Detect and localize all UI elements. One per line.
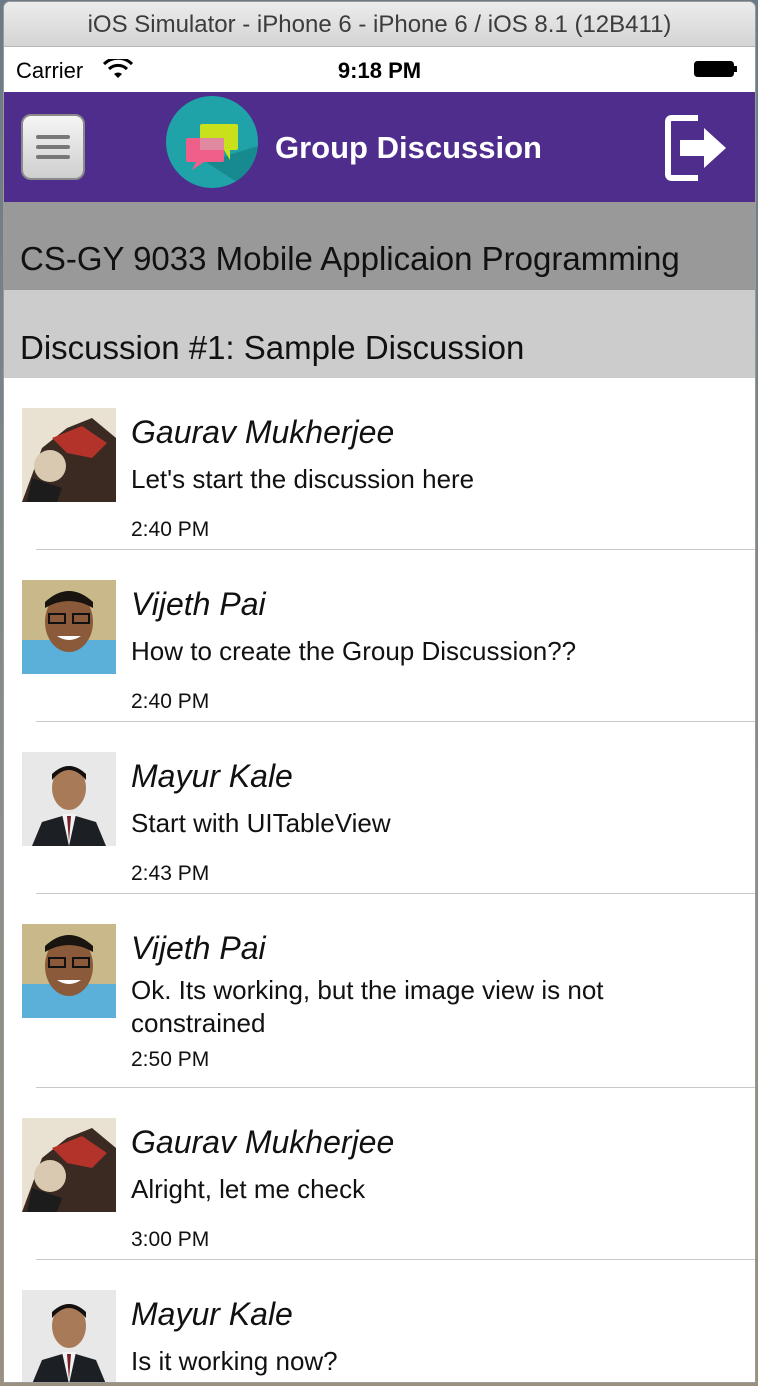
message-text: Ok. Its working, but the image view is n… [131, 975, 604, 1038]
message-row[interactable]: Gaurav Mukherjee Alright, let me check 3… [4, 1088, 755, 1260]
message-text: Let's start the discussion here [131, 464, 475, 494]
avatar [22, 752, 116, 846]
message-text: How to create the Group Discussion?? [131, 636, 577, 666]
status-time: 9:18 PM [337, 58, 422, 83]
message-list[interactable]: Gaurav Mukherjee Let's start the discuss… [4, 378, 755, 1382]
avatar [22, 580, 116, 674]
message-row[interactable]: Vijeth Pai How to create the Group Discu… [4, 550, 755, 722]
author-name: Mayur Kale [131, 1296, 293, 1332]
author-name: Gaurav Mukherjee [131, 414, 395, 450]
author-name: Mayur Kale [131, 758, 293, 794]
status-bar: Carrier 9:18 PM [4, 47, 755, 92]
message-time: 2:40 PM [131, 690, 210, 713]
battery-icon [694, 61, 737, 77]
menu-icon-bar [36, 155, 70, 159]
message-row[interactable]: Mayur Kale Start with UITableView 2:43 P… [4, 722, 755, 894]
navigation-bar: Group Discussion [4, 92, 755, 202]
avatar [22, 1118, 116, 1212]
app-title: Group Discussion [275, 130, 542, 165]
message-time: 2:40 PM [131, 518, 210, 541]
discussion-header: Discussion #1: Sample Discussion [4, 290, 755, 378]
course-title: CS-GY 9033 Mobile Applicaion Programming [20, 240, 680, 277]
logout-icon[interactable] [664, 112, 734, 184]
message-text: Start with UITableView [131, 808, 391, 838]
author-name: Vijeth Pai [131, 586, 266, 622]
message-text: Is it working now? [131, 1346, 338, 1376]
course-header: CS-GY 9033 Mobile Applicaion Programming [4, 202, 755, 290]
discussion-title: Discussion #1: Sample Discussion [20, 329, 525, 366]
message-time: 2:50 PM [131, 1048, 210, 1071]
author-name: Vijeth Pai [131, 930, 266, 966]
avatar [22, 924, 116, 1018]
message-row[interactable]: Gaurav Mukherjee Let's start the discuss… [4, 378, 755, 550]
author-name: Gaurav Mukherjee [131, 1124, 395, 1160]
message-time: 3:00 PM [131, 1228, 210, 1251]
menu-icon-bar [36, 145, 70, 149]
window-title: iOS Simulator - iPhone 6 - iPhone 6 / iO… [4, 2, 755, 47]
avatar [22, 1290, 116, 1382]
chat-bubbles-logo-icon [166, 96, 258, 188]
simulator-window: iOS Simulator - iPhone 6 - iPhone 6 / iO… [4, 2, 755, 1382]
menu-icon [36, 135, 70, 139]
avatar [22, 408, 116, 502]
message-row[interactable]: Mayur Kale Is it working now? [4, 1260, 755, 1382]
message-time: 2:43 PM [131, 862, 210, 885]
message-text: Alright, let me check [131, 1174, 366, 1204]
message-row[interactable]: Vijeth Pai Ok. Its working, but the imag… [4, 894, 755, 1088]
menu-button[interactable] [21, 114, 85, 180]
